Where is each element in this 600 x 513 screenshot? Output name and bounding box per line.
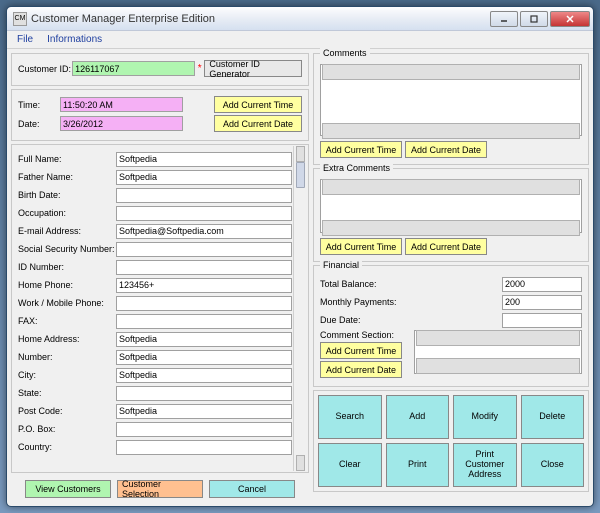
print-customer-address-button[interactable]: Print Customer Address <box>453 443 517 487</box>
work-phone-input[interactable] <box>116 296 292 311</box>
content-area: Customer ID: * Customer ID Generator Tim… <box>7 49 593 506</box>
number-input[interactable] <box>116 350 292 365</box>
extra-add-time-button[interactable]: Add Current Time <box>320 238 402 255</box>
close-button[interactable] <box>550 11 590 27</box>
total-balance-label: Total Balance: <box>320 279 418 289</box>
customer-id-label: Customer ID: <box>18 64 72 74</box>
post-code-input[interactable] <box>116 404 292 419</box>
pobox-input[interactable] <box>116 422 292 437</box>
full-name-label: Full Name: <box>18 154 116 164</box>
modify-button[interactable]: Modify <box>453 395 517 439</box>
comments-group: Comments Add Current Time Add Current Da… <box>313 53 589 165</box>
home-phone-input[interactable] <box>116 278 292 293</box>
comments-title: Comments <box>320 48 370 58</box>
occupation-input[interactable] <box>116 206 292 221</box>
comments-add-time-button[interactable]: Add Current Time <box>320 141 402 158</box>
customer-id-group: Customer ID: * Customer ID Generator <box>11 53 309 86</box>
home-address-label: Home Address: <box>18 334 116 344</box>
comment-section-label: Comment Section: <box>320 330 410 340</box>
add-button[interactable]: Add <box>386 395 450 439</box>
add-current-time-button[interactable]: Add Current Time <box>214 96 302 113</box>
print-button[interactable]: Print <box>386 443 450 487</box>
total-balance-input[interactable] <box>502 277 582 292</box>
due-date-label: Due Date: <box>320 315 418 325</box>
titlebar: CM Customer Manager Enterprise Edition <box>7 7 593 31</box>
menu-file[interactable]: File <box>11 33 39 46</box>
window-title: Customer Manager Enterprise Edition <box>31 13 489 25</box>
customer-id-input[interactable] <box>72 61 195 76</box>
app-window: CM Customer Manager Enterprise Edition F… <box>6 6 594 507</box>
monthly-payments-input[interactable] <box>502 295 582 310</box>
customer-form: Full Name:* Father Name:* Birth Date:* O… <box>11 144 309 473</box>
extra-comments-group: Extra Comments Add Current Time Add Curr… <box>313 168 589 262</box>
city-label: City: <box>18 370 116 380</box>
view-customers-button[interactable]: View Customers <box>25 480 111 498</box>
menubar: File Informations <box>7 31 593 49</box>
state-input[interactable] <box>116 386 292 401</box>
delete-button[interactable]: Delete <box>521 395 585 439</box>
country-input[interactable] <box>116 440 292 455</box>
maximize-button[interactable] <box>520 11 548 27</box>
extra-add-date-button[interactable]: Add Current Date <box>405 238 487 255</box>
comments-add-date-button[interactable]: Add Current Date <box>405 141 487 158</box>
monthly-payments-label: Monthly Payments: <box>320 297 418 307</box>
city-input[interactable] <box>116 368 292 383</box>
customer-selection-button[interactable]: Customer Selection <box>117 480 203 498</box>
extra-comments-title: Extra Comments <box>320 163 393 173</box>
financial-add-time-button[interactable]: Add Current Time <box>320 342 402 359</box>
post-code-label: Post Code: <box>18 406 116 416</box>
financial-add-date-button[interactable]: Add Current Date <box>320 361 402 378</box>
action-button-grid: Search Add Modify Delete Clear Print Pri… <box>313 390 589 492</box>
financial-title: Financial <box>320 260 362 270</box>
search-button[interactable]: Search <box>318 395 382 439</box>
fax-input[interactable] <box>116 314 292 329</box>
full-name-input[interactable] <box>116 152 292 167</box>
country-label: Country: <box>18 442 116 452</box>
customer-id-generator-button[interactable]: Customer ID Generator <box>204 60 302 77</box>
number-label: Number: <box>18 352 116 362</box>
time-input[interactable] <box>60 97 183 112</box>
date-input[interactable] <box>60 116 183 131</box>
date-label: Date: <box>18 119 60 129</box>
time-label: Time: <box>18 100 60 110</box>
home-phone-label: Home Phone: <box>18 280 116 290</box>
ssn-label: Social Security Number: <box>18 244 116 254</box>
birth-date-label: Birth Date: <box>18 190 116 200</box>
father-name-input[interactable] <box>116 170 292 185</box>
close-action-button[interactable]: Close <box>521 443 585 487</box>
state-label: State: <box>18 388 116 398</box>
work-phone-label: Work / Mobile Phone: <box>18 298 116 308</box>
email-input[interactable] <box>116 224 292 239</box>
form-scrollbar[interactable] <box>293 146 307 471</box>
cancel-button[interactable]: Cancel <box>209 480 295 498</box>
add-current-date-button[interactable]: Add Current Date <box>214 115 302 132</box>
father-name-label: Father Name: <box>18 172 116 182</box>
id-number-input[interactable] <box>116 260 292 275</box>
id-number-label: ID Number: <box>18 262 116 272</box>
email-label: E-mail Address: <box>18 226 116 236</box>
required-mark: * <box>195 63 204 74</box>
menu-informations[interactable]: Informations <box>41 33 108 46</box>
minimize-button[interactable] <box>490 11 518 27</box>
birth-date-input[interactable] <box>116 188 292 203</box>
home-address-input[interactable] <box>116 332 292 347</box>
due-date-input[interactable] <box>502 313 582 328</box>
fax-label: FAX: <box>18 316 116 326</box>
pobox-label: P.O. Box: <box>18 424 116 434</box>
scrollbar-thumb[interactable] <box>296 162 305 188</box>
occupation-label: Occupation: <box>18 208 116 218</box>
financial-group: Financial Total Balance: Monthly Payment… <box>313 265 589 387</box>
left-button-row: View Customers Customer Selection Cancel <box>11 476 309 502</box>
ssn-input[interactable] <box>116 242 292 257</box>
app-icon: CM <box>13 12 27 26</box>
time-date-group: Time: Add Current Time Date: Add Current… <box>11 89 309 141</box>
clear-button[interactable]: Clear <box>318 443 382 487</box>
